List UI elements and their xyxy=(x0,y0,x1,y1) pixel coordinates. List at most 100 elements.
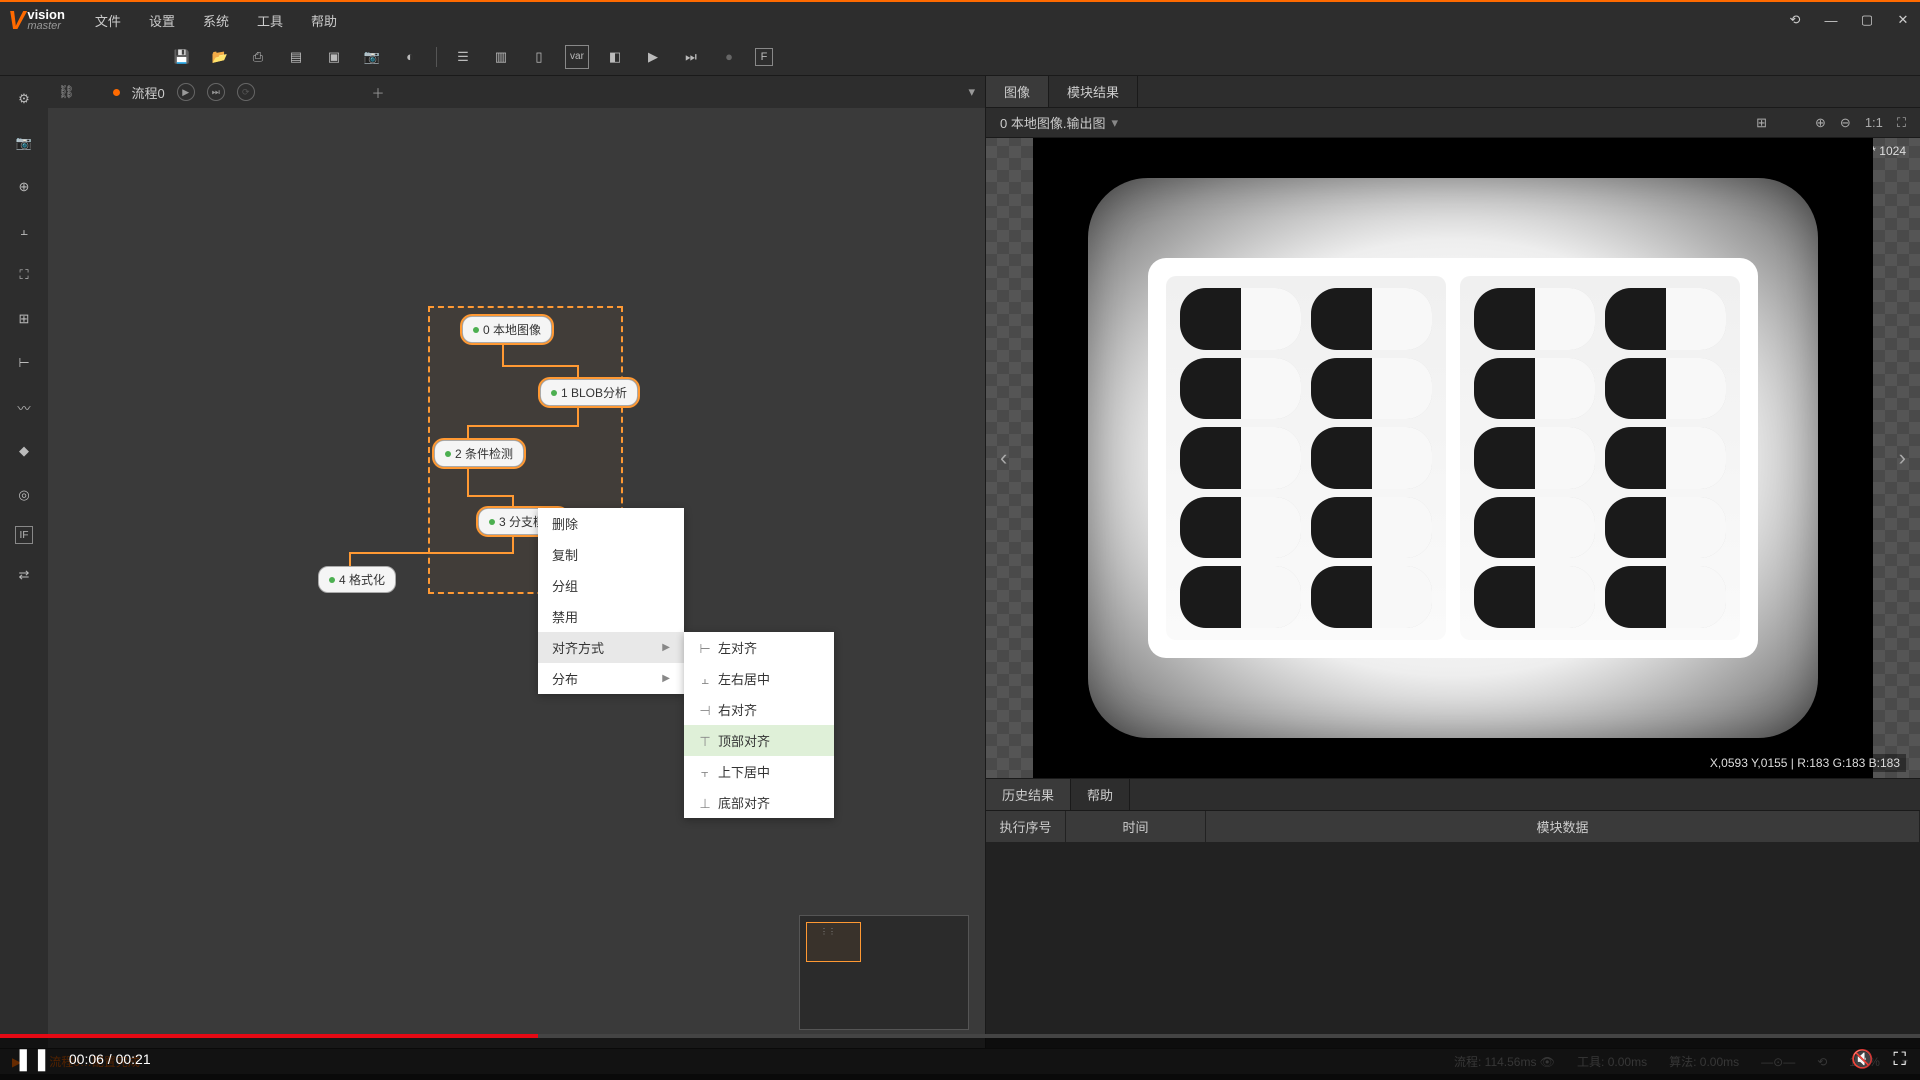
zoom-out-icon[interactable]: ⊖ xyxy=(1840,115,1851,131)
menu-system[interactable]: 系统 xyxy=(203,11,229,30)
chart-icon[interactable]: ▥ xyxy=(489,45,513,69)
align-vcenter[interactable]: ⫟上下居中 xyxy=(684,756,834,787)
tools-sidebar: ⚙ 📷 ⊕ ⫠ ⛶ ⊞ ⊢ 〰 ◆ ◎ IF ⇄ xyxy=(0,76,48,1048)
flow-name[interactable]: 流程0 xyxy=(132,83,165,102)
ctx-disable[interactable]: 禁用 xyxy=(538,601,684,632)
export-icon[interactable]: ⎙ xyxy=(246,45,270,69)
next-image-button[interactable]: › xyxy=(1891,437,1914,479)
tree-icon[interactable]: ⛓ xyxy=(58,84,75,100)
align-submenu: ⊢左对齐 ⫠左右居中 ⊣右对齐 ⊤顶部对齐 ⫟上下居中 ⊥底部对齐 xyxy=(684,632,834,818)
add-tab-button[interactable]: ＋ xyxy=(371,83,384,102)
menu-settings[interactable]: 设置 xyxy=(149,11,175,30)
tab-history[interactable]: 历史结果 xyxy=(986,779,1071,810)
ctx-group[interactable]: 分组 xyxy=(538,570,684,601)
close-button[interactable]: ✕ xyxy=(1894,11,1912,29)
camera-icon[interactable]: 📷 xyxy=(360,45,384,69)
align-hcenter[interactable]: ⫠左右居中 xyxy=(684,663,834,694)
flow-play-button[interactable]: ▶ xyxy=(177,83,195,101)
image-source-label: 0 本地图像.输出图 xyxy=(1000,113,1105,132)
record-icon[interactable]: ● xyxy=(717,45,741,69)
io-icon[interactable]: ⇄ xyxy=(11,562,37,588)
flow-step-button[interactable]: ⏭ xyxy=(207,83,225,101)
menu-file[interactable]: 文件 xyxy=(95,11,121,30)
image-viewer[interactable]: ‹ › 1280 * 1024 xyxy=(986,138,1920,778)
align-icon[interactable]: ⫠ xyxy=(11,218,37,244)
menu-help[interactable]: 帮助 xyxy=(311,11,337,30)
paint-icon[interactable]: ◆ xyxy=(11,438,37,464)
video-player-overlay: ❚❚ 00:06 / 00:21 🔇 ⛶ xyxy=(0,1034,1920,1080)
video-mute-button[interactable]: 🔇 xyxy=(1851,1049,1873,1070)
panel-icon[interactable]: ▯ xyxy=(527,45,551,69)
title-bar: V vision master 文件 设置 系统 工具 帮助 ⟲ — ▢ ✕ xyxy=(0,0,1920,38)
video-pause-button[interactable]: ❚❚ xyxy=(14,1046,51,1072)
if-icon[interactable]: IF xyxy=(15,526,33,544)
main-menu: 文件 设置 系统 工具 帮助 xyxy=(95,11,337,30)
menu-tools[interactable]: 工具 xyxy=(257,11,283,30)
align-top[interactable]: ⊤顶部对齐 xyxy=(684,725,834,756)
node-format[interactable]: 4 格式化 xyxy=(318,566,396,593)
video-progress-bar[interactable] xyxy=(0,1034,1920,1038)
flow-loop-button[interactable]: ⟳ xyxy=(237,83,255,101)
maximize-button[interactable]: ▢ xyxy=(1858,11,1876,29)
prev-image-button[interactable]: ‹ xyxy=(992,437,1015,479)
zoom-in-icon[interactable]: ⊕ xyxy=(1815,115,1826,131)
fit-icon[interactable]: ⊞ xyxy=(1756,115,1767,131)
col-data: 模块数据 xyxy=(1206,811,1920,842)
minimize-button[interactable]: — xyxy=(1822,11,1840,29)
lens-icon[interactable]: ◎ xyxy=(11,482,37,508)
list-icon[interactable]: ☰ xyxy=(451,45,475,69)
crop-icon[interactable]: ⛶ xyxy=(11,262,37,288)
right-panel: 图像 模块结果 0 本地图像.输出图 ▾ ⊞ ⊕ ⊖ 1:1 ⛶ ‹ › 128… xyxy=(985,76,1920,1048)
video-fullscreen-button[interactable]: ⛶ xyxy=(1893,1049,1906,1070)
context-menu: 删除 复制 分组 禁用 对齐方式▶ 分布▶ xyxy=(538,508,684,694)
step-icon[interactable]: ⏭ xyxy=(679,45,703,69)
var-icon[interactable]: var xyxy=(565,45,589,69)
ctx-align[interactable]: 对齐方式▶ xyxy=(538,632,684,663)
actual-size-icon[interactable]: 1:1 xyxy=(1865,115,1883,131)
code-icon[interactable]: ◧ xyxy=(603,45,627,69)
align-right[interactable]: ⊣右对齐 xyxy=(684,694,834,725)
result-table-body xyxy=(986,842,1920,1048)
screen-icon[interactable]: ▣ xyxy=(322,45,346,69)
node-blob[interactable]: 1 BLOB分析 xyxy=(540,379,638,406)
align-left[interactable]: ⊢左对齐 xyxy=(684,632,834,663)
flow-tab-bar: ⛓ 流程0 ▶ ⏭ ⟳ ＋ ▾ xyxy=(48,76,985,108)
flow-canvas[interactable]: 0 本地图像 1 BLOB分析 2 条件检测 3 分支模块 4 格式化 删除 复… xyxy=(48,108,985,1048)
ctx-delete[interactable]: 删除 xyxy=(538,508,684,539)
video-time: 00:06 / 00:21 xyxy=(69,1051,151,1067)
col-seq: 执行序号 xyxy=(986,811,1066,842)
tab-module-result[interactable]: 模块结果 xyxy=(1049,76,1138,107)
adjust-icon[interactable]: ⚙ xyxy=(11,86,37,112)
fullscreen-icon[interactable]: ⛶ xyxy=(1897,115,1906,131)
wave-icon[interactable]: 〰 xyxy=(11,394,37,420)
play-icon[interactable]: ▶ xyxy=(641,45,665,69)
camera2-icon[interactable]: 📷 xyxy=(11,130,37,156)
grid-icon[interactable]: ⊞ xyxy=(11,306,37,332)
open-icon[interactable]: 📂 xyxy=(208,45,232,69)
sync-icon[interactable]: ⟲ xyxy=(1786,11,1804,29)
f-icon[interactable]: F xyxy=(755,48,773,66)
col-time: 时间 xyxy=(1066,811,1206,842)
video-progress-fill xyxy=(0,1034,538,1038)
ctx-copy[interactable]: 复制 xyxy=(538,539,684,570)
node-condition[interactable]: 2 条件检测 xyxy=(434,440,524,467)
measure-icon[interactable]: ⊢ xyxy=(11,350,37,376)
pixel-coords: X,0593 Y,0155 | R:183 G:183 B:183 xyxy=(1704,754,1906,772)
tab-chevron-icon[interactable]: ▾ xyxy=(968,84,975,100)
tab-help[interactable]: 帮助 xyxy=(1071,779,1130,810)
node-local-image[interactable]: 0 本地图像 xyxy=(462,316,552,343)
tab-image[interactable]: 图像 xyxy=(986,76,1049,107)
result-table-header: 执行序号 时间 模块数据 xyxy=(986,810,1920,842)
dropdown-icon[interactable]: ▾ xyxy=(1111,115,1118,131)
contrast-icon[interactable]: ◐ xyxy=(398,45,422,69)
toolbar: 💾 📂 ⎙ ▤ ▣ 📷 ◐ ☰ ▥ ▯ var ◧ ▶ ⏭ ● F xyxy=(0,38,1920,76)
minimap[interactable]: ⋮⋮ xyxy=(799,915,969,1030)
layout-icon[interactable]: ▤ xyxy=(284,45,308,69)
flow-status-dot xyxy=(113,89,120,96)
align-bottom[interactable]: ⊥底部对齐 xyxy=(684,787,834,818)
app-logo: V vision master xyxy=(8,5,65,36)
save-icon[interactable]: 💾 xyxy=(170,45,194,69)
ctx-distribute[interactable]: 分布▶ xyxy=(538,663,684,694)
target-icon[interactable]: ⊕ xyxy=(11,174,37,200)
image-content xyxy=(1033,138,1873,778)
